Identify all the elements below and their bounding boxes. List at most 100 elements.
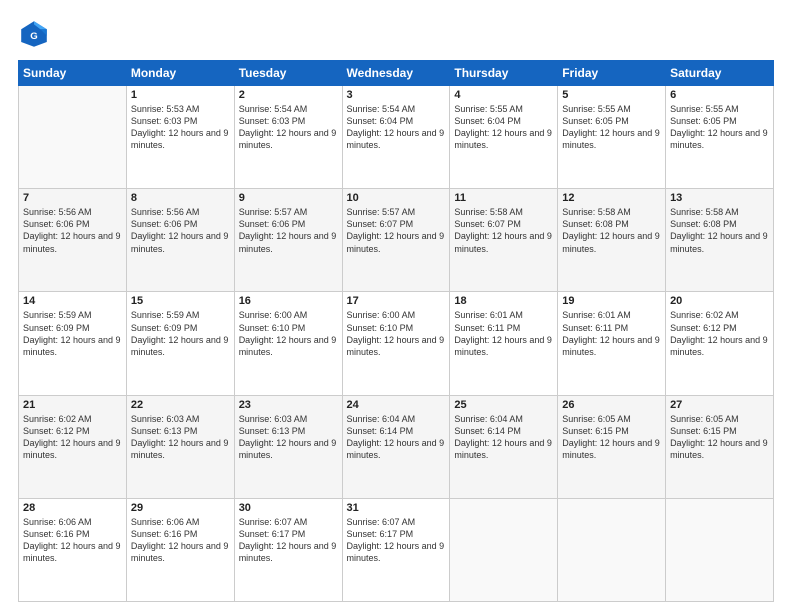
day-info: Sunrise: 6:00 AM Sunset: 6:10 PM Dayligh…	[347, 309, 446, 358]
day-info: Sunrise: 6:04 AM Sunset: 6:14 PM Dayligh…	[454, 413, 553, 462]
day-number: 15	[131, 295, 230, 307]
day-cell	[450, 498, 558, 601]
day-cell: 12 Sunrise: 5:58 AM Sunset: 6:08 PM Dayli…	[558, 189, 666, 292]
day-cell: 16 Sunrise: 6:00 AM Sunset: 6:10 PM Dayli…	[234, 292, 342, 395]
day-number: 23	[239, 399, 338, 411]
day-info: Sunrise: 5:58 AM Sunset: 6:07 PM Dayligh…	[454, 206, 553, 255]
day-info: Sunrise: 5:55 AM Sunset: 6:05 PM Dayligh…	[670, 103, 769, 152]
day-number: 21	[23, 399, 122, 411]
day-cell: 30Sunrise: 6:07 AM Sunset: 6:17 PM Dayli…	[234, 498, 342, 601]
day-number: 29	[131, 502, 230, 514]
day-info: Sunrise: 5:53 AM Sunset: 6:03 PM Dayligh…	[131, 103, 230, 152]
header: G	[18, 18, 774, 50]
day-number: 20	[670, 295, 769, 307]
day-number: 3	[347, 89, 446, 101]
day-number: 30	[239, 502, 338, 514]
day-number: 16	[239, 295, 338, 307]
day-number: 5	[562, 89, 661, 101]
day-cell: 13 Sunrise: 5:58 AM Sunset: 6:08 PM Dayli…	[666, 189, 774, 292]
day-number: 27	[670, 399, 769, 411]
day-cell: 31 Sunrise: 6:07 AM Sunset: 6:17 PM Dayli…	[342, 498, 450, 601]
day-info: Sunrise: 6:05 AM Sunset: 6:15 PM Dayligh…	[562, 413, 661, 462]
day-cell: 24 Sunrise: 6:04 AM Sunset: 6:14 PM Dayli…	[342, 395, 450, 498]
day-info: Sunrise: 5:55 AM Sunset: 6:05 PM Dayligh…	[562, 103, 661, 152]
day-info: Sunrise: 6:06 AM Sunset: 6:16 PM Dayligh…	[23, 516, 122, 565]
week-row-5: 28 Sunrise: 6:06 AM Sunset: 6:16 PM Dayli…	[19, 498, 774, 601]
day-number: 22	[131, 399, 230, 411]
weekday-tuesday: Tuesday	[234, 61, 342, 86]
day-cell: 17 Sunrise: 6:00 AM Sunset: 6:10 PM Dayli…	[342, 292, 450, 395]
day-info: Sunrise: 6:07 AM Sunset: 6:17 PM Dayligh…	[347, 516, 446, 565]
day-info: Sunrise: 6:02 AM Sunset: 6:12 PM Dayligh…	[23, 413, 122, 462]
day-number: 6	[670, 89, 769, 101]
week-row-1: 1 Sunrise: 5:53 AM Sunset: 6:03 PM Daylig…	[19, 86, 774, 189]
day-cell: 1 Sunrise: 5:53 AM Sunset: 6:03 PM Daylig…	[126, 86, 234, 189]
week-row-4: 21 Sunrise: 6:02 AM Sunset: 6:12 PM Dayli…	[19, 395, 774, 498]
day-number: 11	[454, 192, 553, 204]
day-cell: 7 Sunrise: 5:56 AM Sunset: 6:06 PM Daylig…	[19, 189, 127, 292]
weekday-saturday: Saturday	[666, 61, 774, 86]
week-row-2: 7 Sunrise: 5:56 AM Sunset: 6:06 PM Daylig…	[19, 189, 774, 292]
day-cell: 18Sunrise: 6:01 AM Sunset: 6:11 PM Dayli…	[450, 292, 558, 395]
day-number: 12	[562, 192, 661, 204]
day-cell	[558, 498, 666, 601]
day-cell: 21 Sunrise: 6:02 AM Sunset: 6:12 PM Dayli…	[19, 395, 127, 498]
logo-icon: G	[18, 18, 50, 50]
day-info: Sunrise: 5:58 AM Sunset: 6:08 PM Dayligh…	[670, 206, 769, 255]
day-number: 13	[670, 192, 769, 204]
day-cell: 20 Sunrise: 6:02 AM Sunset: 6:12 PM Dayli…	[666, 292, 774, 395]
day-number: 1	[131, 89, 230, 101]
day-info: Sunrise: 5:54 AM Sunset: 6:04 PM Dayligh…	[347, 103, 446, 152]
day-number: 4	[454, 89, 553, 101]
day-info: Sunrise: 6:02 AM Sunset: 6:12 PM Dayligh…	[670, 309, 769, 358]
day-info: Sunrise: 5:56 AM Sunset: 6:06 PM Dayligh…	[23, 206, 122, 255]
day-cell: 27 Sunrise: 6:05 AM Sunset: 6:15 PM Dayli…	[666, 395, 774, 498]
day-cell: 15 Sunrise: 5:59 AM Sunset: 6:09 PM Dayli…	[126, 292, 234, 395]
logo: G	[18, 18, 54, 50]
day-number: 7	[23, 192, 122, 204]
day-cell: 29 Sunrise: 6:06 AM Sunset: 6:16 PM Dayli…	[126, 498, 234, 601]
weekday-monday: Monday	[126, 61, 234, 86]
day-number: 17	[347, 295, 446, 307]
day-info: Sunrise: 6:06 AM Sunset: 6:16 PM Dayligh…	[131, 516, 230, 565]
day-cell: 5 Sunrise: 5:55 AM Sunset: 6:05 PM Daylig…	[558, 86, 666, 189]
svg-text:G: G	[30, 31, 37, 42]
day-cell	[666, 498, 774, 601]
day-cell: 14 Sunrise: 5:59 AM Sunset: 6:09 PM Dayli…	[19, 292, 127, 395]
day-number: 19	[562, 295, 661, 307]
day-number: 31	[347, 502, 446, 514]
day-number: 18	[454, 295, 553, 307]
day-number: 26	[562, 399, 661, 411]
day-info: Sunrise: 5:58 AM Sunset: 6:08 PM Dayligh…	[562, 206, 661, 255]
day-number: 24	[347, 399, 446, 411]
day-cell: 3 Sunrise: 5:54 AM Sunset: 6:04 PM Daylig…	[342, 86, 450, 189]
day-number: 25	[454, 399, 553, 411]
day-cell: 10Sunrise: 5:57 AM Sunset: 6:07 PM Dayli…	[342, 189, 450, 292]
day-info: Sunrise: 6:03 AM Sunset: 6:13 PM Dayligh…	[131, 413, 230, 462]
day-cell: 22 Sunrise: 6:03 AM Sunset: 6:13 PM Dayli…	[126, 395, 234, 498]
day-info: Sunrise: 6:01 AM Sunset: 6:11 PM Dayligh…	[562, 309, 661, 358]
day-cell: 26 Sunrise: 6:05 AM Sunset: 6:15 PM Dayli…	[558, 395, 666, 498]
weekday-header-row: SundayMondayTuesdayWednesdayThursdayFrid…	[19, 61, 774, 86]
day-number: 28	[23, 502, 122, 514]
day-info: Sunrise: 6:04 AM Sunset: 6:14 PM Dayligh…	[347, 413, 446, 462]
day-info: Sunrise: 5:55 AM Sunset: 6:04 PM Dayligh…	[454, 103, 553, 152]
day-cell: 25 Sunrise: 6:04 AM Sunset: 6:14 PM Dayli…	[450, 395, 558, 498]
day-info: Sunrise: 5:59 AM Sunset: 6:09 PM Dayligh…	[23, 309, 122, 358]
day-info: Sunrise: 5:59 AM Sunset: 6:09 PM Dayligh…	[131, 309, 230, 358]
day-cell: 2Sunrise: 5:54 AM Sunset: 6:03 PM Daylig…	[234, 86, 342, 189]
day-info: Sunrise: 6:05 AM Sunset: 6:15 PM Dayligh…	[670, 413, 769, 462]
day-cell: 6 Sunrise: 5:55 AM Sunset: 6:05 PM Daylig…	[666, 86, 774, 189]
day-info: Sunrise: 5:57 AM Sunset: 6:07 PM Dayligh…	[347, 206, 446, 255]
day-cell: 4 Sunrise: 5:55 AM Sunset: 6:04 PM Daylig…	[450, 86, 558, 189]
day-number: 14	[23, 295, 122, 307]
day-info: Sunrise: 5:54 AM Sunset: 6:03 PM Dayligh…	[239, 103, 338, 152]
weekday-thursday: Thursday	[450, 61, 558, 86]
day-cell: 8Sunrise: 5:56 AM Sunset: 6:06 PM Daylig…	[126, 189, 234, 292]
day-cell: 23Sunrise: 6:03 AM Sunset: 6:13 PM Dayli…	[234, 395, 342, 498]
day-cell: 19 Sunrise: 6:01 AM Sunset: 6:11 PM Dayli…	[558, 292, 666, 395]
day-info: Sunrise: 5:56 AM Sunset: 6:06 PM Dayligh…	[131, 206, 230, 255]
day-info: Sunrise: 6:00 AM Sunset: 6:10 PM Dayligh…	[239, 309, 338, 358]
day-cell	[19, 86, 127, 189]
calendar-table: SundayMondayTuesdayWednesdayThursdayFrid…	[18, 60, 774, 602]
